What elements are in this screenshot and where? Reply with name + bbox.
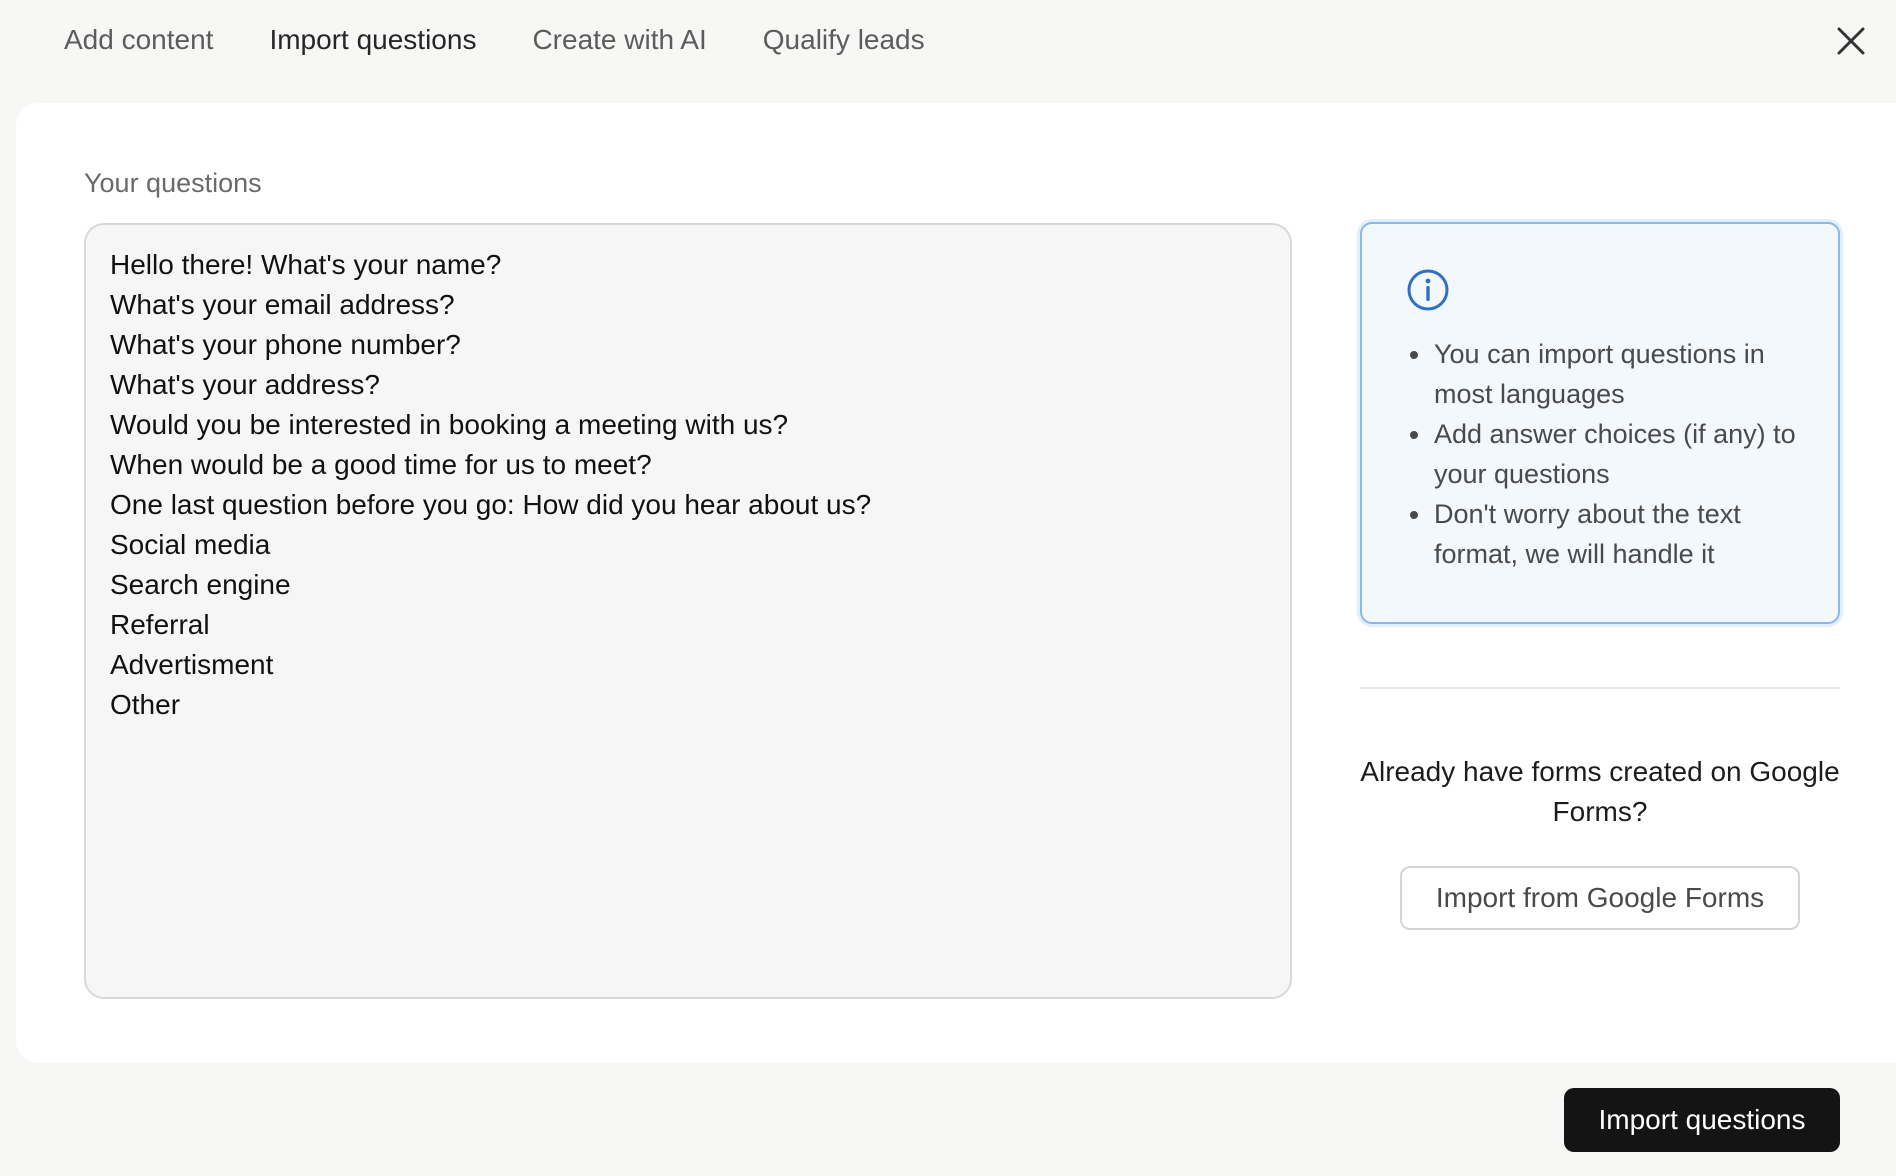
info-tip: Don't worry about the text format, we wi… [1410, 494, 1822, 574]
info-tip: Add answer choices (if any) to your ques… [1410, 414, 1822, 494]
tab-qualify-leads[interactable]: Qualify leads [763, 24, 925, 56]
info-icon [1407, 269, 1449, 311]
google-forms-prompt: Already have forms created on Google For… [1360, 756, 1840, 827]
question-line: One last question before you go: How did… [110, 489, 872, 520]
tab-add-content[interactable]: Add content [64, 24, 213, 56]
import-questions-button[interactable]: Import questions [1564, 1088, 1840, 1152]
info-tip: You can import questions in most languag… [1410, 334, 1822, 414]
tab-bar: Add content Import questions Create with… [0, 0, 981, 80]
info-box: You can import questions in most languag… [1360, 222, 1840, 624]
question-line: What's your phone number? [110, 329, 461, 360]
question-line: Social media [110, 529, 271, 560]
question-line: Would you be interested in booking a mee… [110, 409, 789, 440]
close-button[interactable] [1830, 20, 1872, 62]
question-line: What's your email address? [110, 289, 455, 320]
info-tips-list: You can import questions in most languag… [1402, 334, 1822, 574]
question-line: Hello there! What's your name? [110, 249, 502, 280]
question-line: Advertisment [110, 649, 274, 680]
questions-label: Your questions [84, 168, 262, 198]
divider [1360, 687, 1840, 689]
question-line: What's your address? [110, 369, 380, 400]
question-line: Referral [110, 609, 210, 640]
import-from-google-forms-button[interactable]: Import from Google Forms [1400, 866, 1800, 930]
questions-textarea[interactable]: Hello there! What's your name? What's yo… [84, 223, 1292, 999]
question-line: Other [110, 689, 181, 720]
tab-create-with-ai[interactable]: Create with AI [532, 24, 706, 56]
question-line: Search engine [110, 569, 291, 600]
tab-import-questions[interactable]: Import questions [269, 24, 476, 56]
close-icon [1837, 27, 1865, 55]
question-line: When would be a good time for us to meet… [110, 449, 652, 480]
